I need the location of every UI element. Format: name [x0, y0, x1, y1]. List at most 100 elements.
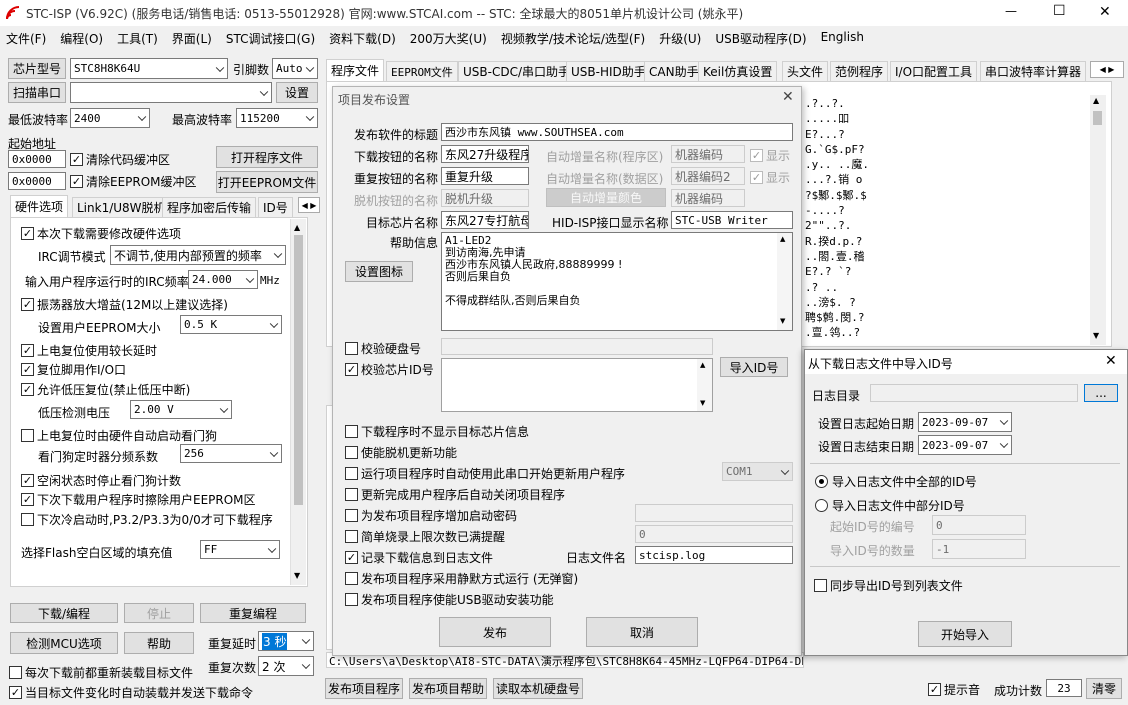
tab-keil[interactable]: Keil仿真设置	[698, 61, 778, 81]
import-end-date[interactable]: 2023-09-07	[918, 435, 1012, 455]
auto-send-checkbox[interactable]: 当目标文件变化时自动装载并发送下载命令	[9, 684, 253, 701]
menu-program[interactable]: 编程(O)	[60, 30, 103, 48]
maximize-button[interactable]: ☐	[1053, 3, 1066, 19]
clear-eeprom-checkbox[interactable]: 清除EEPROM缓冲区	[70, 173, 197, 190]
wdt-checkbox[interactable]: 上电复位时由硬件自动启动看门狗	[21, 427, 217, 444]
publish-program-button[interactable]: 发布项目程序	[325, 678, 403, 699]
menu-english[interactable]: English	[821, 30, 864, 48]
tab-usb-cdc[interactable]: USB-CDC/串口助手	[458, 61, 576, 81]
clear-count-button[interactable]: 清零	[1086, 678, 1122, 699]
sound-checkbox[interactable]: 提示音	[928, 681, 980, 698]
reload-checkbox[interactable]: 每次下载前都重新装载目标文件	[9, 664, 193, 681]
tab-hardware[interactable]: 硬件选项	[10, 195, 69, 217]
p32-checkbox[interactable]: 下次冷启动时,P3.2/P3.3为0/0才可下载程序	[21, 511, 273, 528]
pub-help-textarea[interactable]: A1-LED2 到访南海,先申请 西沙市东风镇人民政府,88889999 ! 否…	[441, 232, 793, 331]
pub-log-input[interactable]: stcisp.log	[635, 546, 793, 564]
pub-rep-input[interactable]: 重复升级	[441, 167, 529, 185]
start-addr-input-1[interactable]: 0x0000	[8, 150, 66, 168]
menu-interface[interactable]: 界面(L)	[172, 30, 212, 48]
hex-scrollbar[interactable]: ▲ ▼	[1090, 95, 1106, 345]
port-select[interactable]	[70, 82, 272, 103]
pub-opt-auto-port[interactable]: 运行项目程序时自动使用此串口开始更新用户程序	[345, 465, 625, 482]
tab-baud-calc[interactable]: 串口波特率计算器	[980, 61, 1087, 81]
detect-mcu-button[interactable]: 检测MCU选项	[10, 632, 118, 654]
max-baud-select[interactable]: 115200	[236, 108, 318, 128]
close-button[interactable]: ✕	[1099, 4, 1111, 20]
count-select[interactable]: 2 次	[258, 656, 314, 676]
pub-chipid-scrollbar[interactable]: ▲ ▼	[697, 359, 712, 411]
pub-opt-silent[interactable]: 发布项目程序采用静默方式运行 (无弹窗)	[345, 570, 578, 587]
pub-set-icon-button[interactable]: 设置图标	[345, 261, 413, 282]
start-addr-input-2[interactable]: 0x0000	[8, 172, 66, 190]
menu-prize[interactable]: 200万大奖(U)	[410, 30, 487, 48]
import-close-icon[interactable]: ✕	[1105, 353, 1117, 369]
help-button[interactable]: 帮助	[124, 632, 194, 654]
publish-close-icon[interactable]: ✕	[782, 89, 794, 105]
pins-select[interactable]: Auto	[272, 58, 318, 79]
pub-opt-offline-update[interactable]: 使能脱机更新功能	[345, 444, 457, 461]
stop-button[interactable]: 停止	[124, 603, 194, 623]
osc-gain-checkbox[interactable]: 振荡器放大增益(12M以上建议选择)	[21, 296, 228, 313]
lvr-checkbox[interactable]: 允许低压复位(禁止低压中断)	[21, 381, 190, 398]
hardware-scrollbar[interactable]: ▲ ▼	[290, 219, 306, 585]
publish-help-button[interactable]: 发布项目帮助	[409, 678, 487, 699]
pub-cancel-button[interactable]: 取消	[586, 617, 698, 647]
minimize-button[interactable]: —	[1005, 4, 1017, 18]
reset-io-checkbox[interactable]: 复位脚用作I/O口	[21, 361, 126, 378]
pub-import-id-button[interactable]: 导入ID号	[720, 357, 788, 377]
read-hdd-button[interactable]: 读取本机硬盘号	[493, 678, 583, 699]
menu-debug[interactable]: STC调试接口(G)	[226, 30, 315, 48]
pub-opt-no-chip-info[interactable]: 下载程序时不显示目标芯片信息	[345, 423, 529, 440]
wdt-div-select[interactable]: 256	[180, 444, 282, 463]
tab-header[interactable]: 头文件	[782, 61, 829, 81]
eeprom-size-select[interactable]: 0.5 K	[180, 315, 282, 334]
irc-freq-select[interactable]: 24.000	[188, 270, 258, 289]
tab-link1[interactable]: Link1/U8W脱机	[72, 197, 171, 217]
lvd-select[interactable]: 2.00 V	[130, 400, 232, 419]
irc-mode-select[interactable]: 不调节,使用内部预置的频率	[110, 245, 286, 265]
import-browse-button[interactable]: ...	[1084, 384, 1118, 402]
menu-video[interactable]: 视频教学/技术论坛/选型(F)	[501, 30, 645, 48]
tab-can[interactable]: CAN助手	[644, 61, 704, 81]
fill-select[interactable]: FF	[200, 540, 280, 559]
erase-eeprom-checkbox[interactable]: 下次下载用户程序时擦除用户EEPROM区	[21, 491, 256, 508]
pub-opt-log[interactable]: 记录下载信息到日志文件	[345, 549, 493, 566]
clear-code-checkbox[interactable]: 清除代码缓冲区	[70, 151, 170, 168]
menu-upgrade[interactable]: 升级(U)	[659, 30, 701, 48]
tab-eeprom-file[interactable]: EEPROM文件	[386, 61, 458, 81]
menu-download[interactable]: 资料下载(D)	[329, 30, 396, 48]
long-reset-checkbox[interactable]: 上电复位使用较长延时	[21, 342, 157, 359]
pub-target-input[interactable]: 东风27专打航母	[441, 211, 529, 229]
tab-scroll-arrows[interactable]: ◀ ▶	[298, 197, 320, 213]
pub-opt-password[interactable]: 为发布项目程序增加启动密码	[345, 507, 517, 524]
chip-model-button[interactable]: 芯片型号	[8, 58, 66, 79]
import-start-button[interactable]: 开始导入	[918, 621, 1012, 647]
import-part-radio[interactable]: 导入日志文件中部分ID号	[815, 497, 965, 514]
min-baud-select[interactable]: 2400	[70, 108, 150, 128]
tab-program-file[interactable]: 程序文件	[326, 59, 385, 81]
open-eeprom-file-button[interactable]: 打开EEPROM文件	[216, 171, 318, 193]
pub-hdd-checkbox[interactable]: 校验硬盘号	[345, 340, 421, 357]
tab-id[interactable]: ID号	[258, 197, 293, 217]
download-button[interactable]: 下载/编程	[10, 603, 118, 623]
delay-select[interactable]: 3 秒	[258, 631, 314, 651]
pub-help-scrollbar[interactable]: ▲ ▼	[777, 233, 792, 330]
pub-opt-usb-driver[interactable]: 发布项目程序使能USB驱动安装功能	[345, 591, 554, 608]
right-tab-scroll-arrows[interactable]: ◀ ▶	[1090, 61, 1124, 78]
pub-title-input[interactable]: 西沙市东风镇 www.SOUTHSEA.com	[441, 123, 793, 141]
pub-hid-input[interactable]: STC-USB Writer	[671, 211, 793, 229]
tab-io-config[interactable]: I/O口配置工具	[890, 61, 978, 81]
pub-dl-input[interactable]: 东风27升级程序	[441, 145, 529, 163]
pub-opt-limit[interactable]: 简单烧录上限次数已满提醒	[345, 528, 505, 545]
import-start-date[interactable]: 2023-09-07	[918, 412, 1012, 432]
menu-file[interactable]: 文件(F)	[6, 30, 46, 48]
import-sync-checkbox[interactable]: 同步导出ID号到列表文件	[814, 577, 963, 594]
menu-usb-driver[interactable]: USB驱动程序(D)	[715, 30, 806, 48]
reprogram-button[interactable]: 重复编程	[200, 603, 306, 623]
pub-opt-auto-close[interactable]: 更新完成用户程序后自动关闭项目程序	[345, 486, 565, 503]
pub-chipid-checkbox[interactable]: 校验芯片ID号	[345, 361, 434, 378]
scan-port-button[interactable]: 扫描串口	[8, 82, 66, 103]
idle-wdt-checkbox[interactable]: 空闲状态时停止看门狗计数	[21, 472, 181, 489]
modify-hw-checkbox[interactable]: 本次下载需要修改硬件选项	[21, 225, 181, 242]
pub-publish-button[interactable]: 发布	[439, 617, 551, 647]
